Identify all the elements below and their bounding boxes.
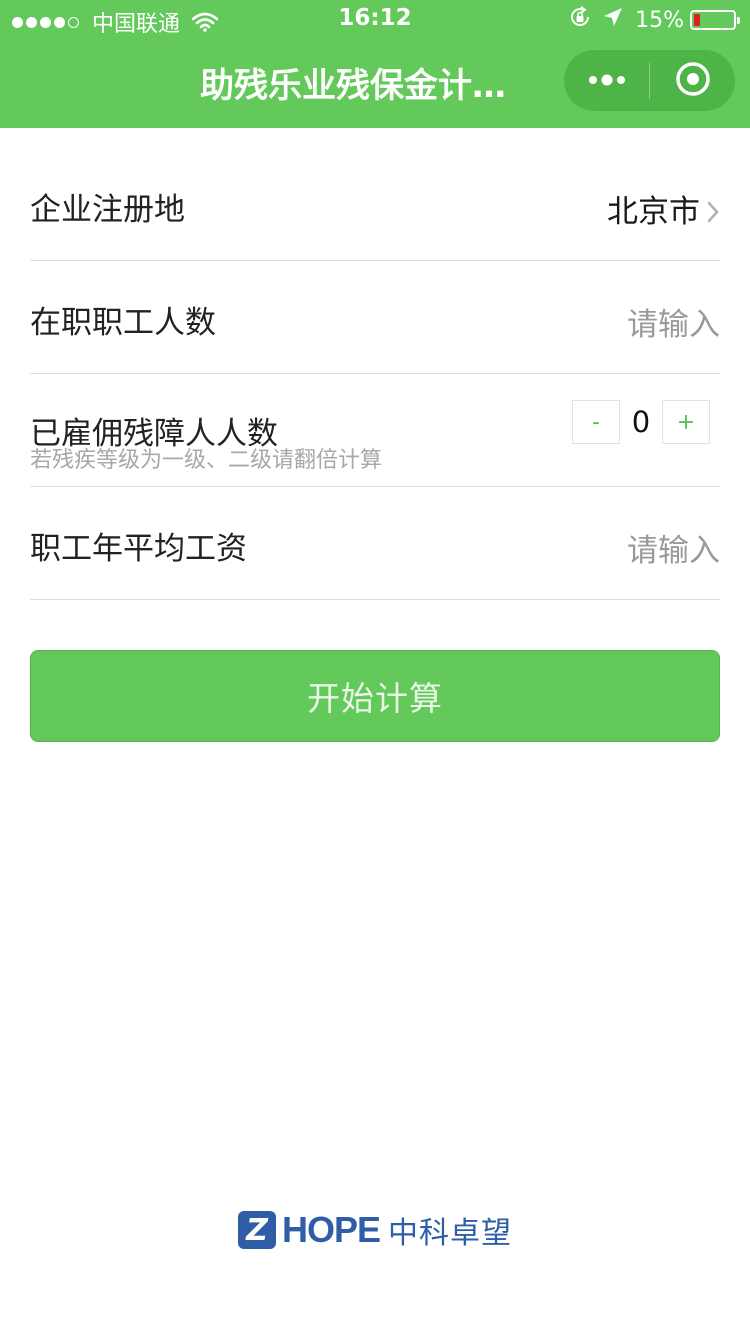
location-label: 企业注册地 (30, 192, 185, 228)
footer-logo: Z HOPE 中科卓望 (0, 1208, 750, 1252)
app-header: 中国联通 16:12 15% 助残乐业残保金计… (0, 0, 750, 128)
battery-percent: 15% (635, 7, 684, 33)
battery-level-fill (694, 14, 700, 26)
disabled-count-stepper: - 0 + (572, 400, 710, 444)
location-value-text: 北京市 (607, 194, 700, 230)
mini-program-capsule (564, 50, 735, 111)
disabled-count-hint: 若残疾等级为一级、二级请翻倍计算 (30, 448, 383, 473)
chevron-right-icon (706, 196, 720, 232)
more-dots-icon (587, 71, 627, 90)
target-close-icon (675, 61, 711, 101)
page-title: 助残乐业残保金计… (200, 66, 506, 106)
disabled-count-value[interactable]: 0 (620, 405, 662, 439)
battery-icon (690, 10, 740, 30)
salary-label: 职工年平均工资 (30, 531, 247, 567)
salary-input[interactable]: 请输入 (627, 525, 720, 570)
rotation-lock-icon (569, 6, 591, 34)
location-value[interactable]: 北京市 (607, 186, 720, 232)
employees-input[interactable]: 请输入 (627, 299, 720, 344)
decrement-button[interactable]: - (572, 400, 620, 444)
employees-row: 在职职工人数 请输入 (30, 261, 720, 374)
disabled-count-row: 已雇佣残障人人数 若残疾等级为一级、二级请翻倍计算 - 0 + (30, 374, 720, 487)
start-calculate-button[interactable]: 开始计算 (30, 650, 720, 742)
location-arrow-icon (603, 7, 623, 33)
location-row[interactable]: 企业注册地 北京市 (30, 148, 720, 261)
employees-label: 在职职工人数 (30, 305, 216, 341)
more-button[interactable] (564, 50, 649, 111)
close-button[interactable] (650, 50, 735, 111)
status-right: 15% (569, 6, 740, 34)
logo-chinese-text: 中科卓望 (388, 1216, 513, 1251)
logo-english-text: HOPE (281, 1209, 381, 1250)
salary-row: 职工年平均工资 请输入 (30, 487, 720, 600)
status-bar: 中国联通 16:12 15% (0, 0, 750, 40)
increment-button[interactable]: + (662, 400, 710, 444)
logo-mark: Z (237, 1211, 276, 1249)
